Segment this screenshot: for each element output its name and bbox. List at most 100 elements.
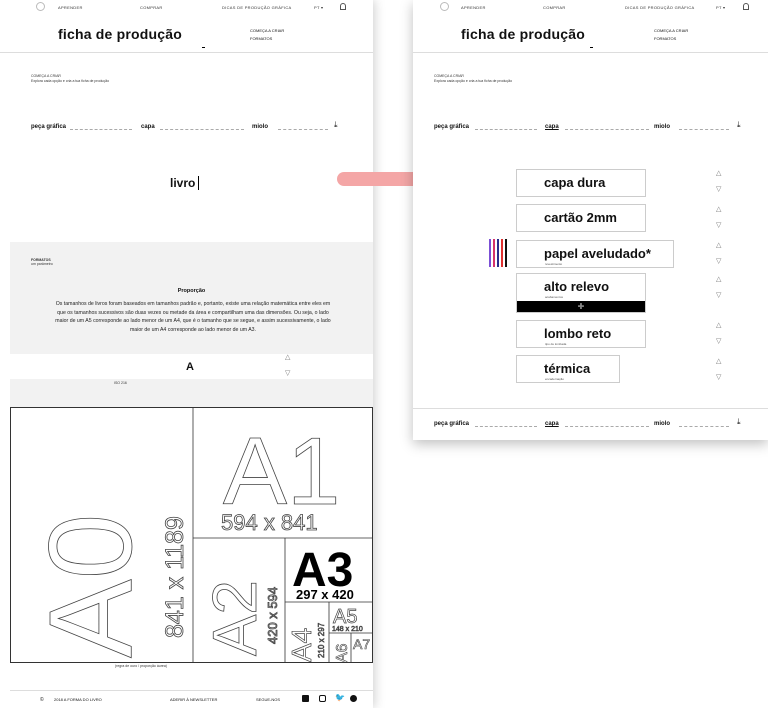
nav-comprar[interactable]: COMPRAR [543, 5, 566, 10]
down-arrow-icon[interactable]: ▽ [285, 370, 290, 377]
tab-dash [160, 129, 244, 130]
tab-dash [679, 129, 729, 130]
iso-label: ISO 216 [114, 381, 127, 385]
footer-brand: 2018 A FORMA DO LIVRO [54, 697, 102, 702]
a1-big-label: A1 [223, 418, 340, 525]
swatch-pink[interactable] [493, 239, 495, 267]
tab-dash [565, 426, 649, 427]
tab-capa[interactable]: capa [545, 124, 559, 130]
up-arrow-icon[interactable]: △ [716, 206, 721, 213]
page-title: ficha de produção [58, 26, 182, 42]
down-arrow-icon[interactable]: ▽ [716, 374, 721, 381]
language-select[interactable]: PT ▾ [716, 5, 725, 10]
tab-dash [475, 129, 537, 130]
option-label: lombo reto [544, 326, 612, 341]
option-cartao[interactable]: cartão 2mm [516, 204, 646, 232]
divider [413, 52, 768, 53]
proportion-section: FORMATOS um parâmetro Proporção Os taman… [10, 242, 373, 354]
nav-aprender[interactable]: APRENDER [58, 5, 83, 10]
option-caption: revestimento [545, 262, 563, 266]
option-label: cartão 2mm [544, 210, 617, 225]
scroll-dot [202, 47, 205, 48]
up-arrow-icon[interactable]: △ [716, 170, 721, 177]
tab-miolo[interactable]: miolo [252, 124, 268, 130]
nav-comprar[interactable]: COMPRAR [140, 5, 163, 10]
swatch-purple[interactable] [489, 239, 491, 267]
down-arrow-icon[interactable]: ▽ [716, 292, 721, 299]
facebook-icon[interactable] [302, 695, 309, 702]
paper-sizes-svg: A0 841 x 1189 A1 594 x 841 A2 420 x 594 … [25, 408, 372, 663]
a2-big-label: A2 [201, 580, 270, 656]
divider [0, 52, 373, 53]
top-nav: APRENDER COMPRAR DICAS DE PRODUÇÃO GRÁFI… [413, 0, 768, 14]
tab-dash [278, 129, 328, 130]
left-page: APRENDER COMPRAR DICAS DE PRODUÇÃO GRÁFI… [0, 0, 373, 708]
proportion-paragraph: Os tamanhos de livros foram baseados em … [55, 301, 331, 333]
newsletter-link[interactable]: ADERIR À NEWSLETTER [170, 697, 217, 702]
swatch-black[interactable] [505, 239, 507, 267]
down-arrow-icon[interactable]: ▽ [716, 222, 721, 229]
pinterest-icon[interactable] [350, 695, 357, 702]
tab-peca-grafica[interactable]: peça gráfica [31, 124, 66, 130]
tab-dash [475, 426, 537, 427]
option-alto-relevo[interactable]: alto relevo acabamentos ✛ [516, 273, 646, 313]
up-arrow-icon[interactable]: △ [716, 242, 721, 249]
nav-aprender[interactable]: APRENDER [461, 5, 486, 10]
a6-big-label: A6 [334, 643, 351, 663]
swatch-red[interactable] [501, 239, 503, 267]
option-papel-aveludado[interactable]: papel aveludado* revestimento [516, 240, 674, 268]
option-termica[interactable]: térmica encadernação [516, 355, 620, 383]
option-caption: encadernação [545, 377, 565, 381]
tab-capa-bottom[interactable]: capa [545, 421, 559, 427]
option-capa-dura[interactable]: capa dura [516, 169, 646, 197]
logo-icon[interactable] [36, 2, 45, 11]
option-label: térmica [544, 361, 591, 376]
a7-big-label: A7 [353, 636, 370, 652]
add-button[interactable]: ✛ [517, 301, 645, 312]
up-arrow-icon[interactable]: △ [285, 354, 290, 361]
tab-miolo[interactable]: miolo [654, 124, 670, 130]
tab-peca-grafica[interactable]: peça gráfica [434, 124, 469, 130]
down-arrow-icon[interactable]: ▽ [716, 186, 721, 193]
right-page: APRENDER COMPRAR DICAS DE PRODUÇÃO GRÁFI… [413, 0, 768, 440]
format-letter: A [186, 361, 194, 373]
option-caption: acabamentos [545, 295, 564, 299]
down-arrow-icon[interactable]: ▽ [716, 338, 721, 345]
tab-peca-grafica-bottom[interactable]: peça gráfica [434, 421, 469, 427]
nav-dicas[interactable]: DICAS DE PRODUÇÃO GRÁFICA [222, 5, 292, 10]
language-select[interactable]: PT ▾ [314, 5, 323, 10]
down-arrow-icon[interactable]: ▽ [716, 258, 721, 265]
submenu-comeca[interactable]: COMEÇA A CRIAR [654, 27, 688, 34]
download-icon[interactable]: ⤓ [737, 417, 741, 427]
tab-dash [565, 129, 649, 130]
option-lombo-reto[interactable]: lombo reto tipo de lombada [516, 320, 646, 348]
follow-label: SEGUE-NOS [256, 697, 281, 702]
tab-miolo-bottom[interactable]: miolo [654, 421, 670, 427]
tab-capa[interactable]: capa [141, 124, 155, 130]
paper-sizes-diagram: A0 841 x 1189 A1 594 x 841 A2 420 x 594 … [10, 407, 373, 663]
intro-text: Explora cada opção e cria a tua ficha de… [434, 79, 513, 83]
selected-piece: livro [170, 176, 196, 190]
download-icon[interactable]: ⤓ [334, 120, 338, 130]
a1-dim-label: 594 x 841 [221, 510, 318, 535]
twitter-icon[interactable]: 🐦 [335, 693, 345, 702]
color-swatches[interactable] [489, 239, 507, 267]
user-icon[interactable] [743, 3, 749, 10]
diagram-caption: (regra de ouro / proporção áurea) [115, 664, 167, 668]
submenu-formatos[interactable]: FORMATOS [654, 35, 676, 42]
a0-big-label: A0 [25, 514, 157, 658]
up-arrow-icon[interactable]: △ [716, 358, 721, 365]
logo-icon[interactable] [440, 2, 449, 11]
swatch-navy[interactable] [497, 239, 499, 267]
submenu-comeca[interactable]: COMEÇA A CRIAR [250, 27, 284, 34]
up-arrow-icon[interactable]: △ [716, 276, 721, 283]
download-icon[interactable]: ⤓ [737, 120, 741, 130]
up-arrow-icon[interactable]: △ [716, 322, 721, 329]
nav-dicas[interactable]: DICAS DE PRODUÇÃO GRÁFICA [625, 5, 695, 10]
instagram-icon[interactable] [319, 695, 326, 702]
text-cursor [198, 176, 199, 190]
option-caption: tipo de lombada [545, 342, 567, 346]
user-icon[interactable] [340, 3, 346, 10]
divider [413, 408, 768, 409]
submenu-formatos[interactable]: FORMATOS [250, 35, 272, 42]
